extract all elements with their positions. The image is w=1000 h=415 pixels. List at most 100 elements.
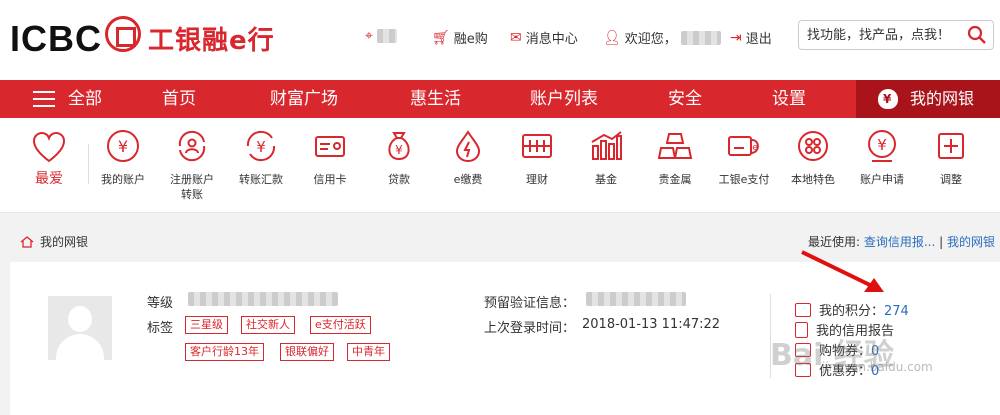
breadcrumb: 我的网银	[20, 233, 88, 250]
search-input[interactable]	[807, 25, 962, 45]
welcome-label: 欢迎您，	[624, 32, 677, 47]
favorites-button[interactable]: 最爱	[14, 130, 84, 187]
nav-item-home[interactable]: 首页	[162, 80, 196, 118]
favorites-label: 最爱	[35, 171, 63, 187]
recent-label: 最近使用:	[807, 235, 860, 249]
quick-my-account[interactable]: ¥ 我的账户	[88, 128, 158, 187]
heart-icon	[32, 131, 66, 163]
quick-label: 调整	[940, 173, 962, 186]
finance-icon	[522, 134, 552, 158]
quick-label: 我的账户	[101, 173, 145, 186]
rong-e-gou-label: 融e购	[453, 32, 488, 47]
quick-label: 工银e支付	[718, 173, 770, 186]
search-box	[798, 20, 994, 50]
location-blurred	[376, 29, 397, 43]
recent-link-mybank[interactable]: 我的网银	[947, 235, 995, 249]
quick-local-features[interactable]: 本地特色	[778, 128, 848, 187]
level-label: 等级	[147, 296, 174, 311]
avatar[interactable]	[48, 296, 112, 360]
registered-transfer-icon	[178, 130, 206, 162]
points-label: 我的积分：	[819, 304, 885, 319]
annotation-arrow-icon	[801, 250, 884, 292]
nav-item-all[interactable]: 全部	[68, 80, 102, 118]
quick-finance[interactable]: 理财	[502, 128, 572, 187]
logout-link[interactable]: ⇥ 退出	[730, 28, 772, 48]
recent-link-credit-report[interactable]: 查询信用报...	[864, 235, 935, 249]
nav-item-mybank[interactable]: 我的网银	[856, 80, 1000, 118]
local-feature-icon	[798, 131, 828, 161]
cart-icon: 🛒︎	[432, 29, 450, 46]
quick-label: 注册账户 转账	[170, 173, 214, 201]
quick-loan[interactable]: ¥ 贷款	[364, 128, 434, 187]
quick-label: 贷款	[388, 173, 410, 186]
watermark-url: jingyan.baidu.com	[822, 360, 933, 374]
fund-chart-icon	[591, 131, 622, 160]
account-apply-icon: ¥	[868, 130, 896, 162]
search-icon[interactable]	[967, 25, 987, 45]
user-welcome[interactable]: 👤︎ 欢迎您，	[603, 28, 721, 47]
payment-drop-icon	[455, 130, 481, 163]
quick-label: 基金	[595, 173, 617, 186]
mybank-label: 我的网银	[910, 89, 975, 108]
username-blurred	[680, 30, 721, 45]
quick-label: 本地特色	[791, 173, 835, 186]
mail-icon: ✉	[510, 29, 522, 46]
quick-fund[interactable]: 基金	[571, 128, 641, 187]
icbc-seal-icon	[105, 16, 141, 52]
location-selector[interactable]: ⌖	[365, 28, 397, 44]
quick-label: 理财	[526, 173, 548, 186]
brand-name: 工银融e行	[148, 26, 275, 56]
epay-icon: e	[728, 136, 759, 156]
header: ICBC 工银融e行 ⌖ 🛒︎ 融e购 ✉ 消息中心 👤︎ 欢迎您， ⇥ 退出	[0, 0, 1000, 80]
level-value-blurred	[188, 292, 338, 306]
icbc-logo[interactable]: ICBC	[10, 18, 102, 60]
nav-item-accounts[interactable]: 账户列表	[530, 80, 598, 118]
tag-label: 标签	[147, 321, 174, 336]
svg-text:¥: ¥	[395, 143, 403, 157]
logout-icon: ⇥	[730, 29, 742, 46]
tag: 社交新人	[241, 316, 295, 334]
tag: 三星级	[185, 316, 228, 334]
svg-text:¥: ¥	[118, 137, 128, 156]
verify-info-label: 预留验证信息：	[484, 296, 576, 311]
svg-text:¥: ¥	[256, 138, 266, 156]
quick-transfer[interactable]: ¥ 转账汇款	[226, 128, 296, 187]
user-icon: 👤︎	[603, 29, 621, 46]
points-value[interactable]: 274	[884, 304, 909, 319]
nav-item-wealth[interactable]: 财富广场	[270, 80, 338, 118]
breadcrumb-current[interactable]: 我的网银	[40, 233, 88, 250]
messages-link[interactable]: ✉ 消息中心	[510, 28, 578, 48]
points-row[interactable]: 我的积分：274	[795, 300, 909, 319]
tag: 中青年	[347, 343, 390, 361]
quick-icbc-epay[interactable]: e 工银e支付	[709, 128, 779, 187]
quick-account-apply[interactable]: ¥ 账户申请	[847, 128, 917, 187]
nav-item-settings[interactable]: 设置	[772, 80, 806, 118]
last-login-label: 上次登录时间：	[484, 321, 576, 336]
quick-label: e缴费	[453, 173, 483, 186]
home-icon[interactable]	[20, 235, 34, 248]
messages-label: 消息中心	[525, 32, 578, 47]
tag: 银联偏好	[280, 343, 334, 361]
quick-e-payment[interactable]: e缴费	[433, 128, 503, 187]
quick-registered-transfer[interactable]: 注册账户 转账	[157, 128, 227, 202]
logout-label: 退出	[745, 32, 772, 47]
menu-icon[interactable]	[33, 91, 55, 107]
loan-bag-icon: ¥	[388, 132, 410, 161]
money-bag-icon	[878, 89, 898, 109]
quick-adjust[interactable]: 调整	[916, 128, 986, 187]
quick-label: 账户申请	[860, 173, 904, 186]
svg-text:¥: ¥	[877, 136, 887, 154]
quick-label: 转账汇款	[239, 173, 283, 186]
quick-precious-metals[interactable]: 贵金属	[640, 128, 710, 187]
quick-credit-card[interactable]: 信用卡	[295, 128, 365, 187]
nav-item-security[interactable]: 安全	[668, 80, 702, 118]
gold-bars-icon	[657, 133, 693, 159]
nav-item-life[interactable]: 惠生活	[410, 80, 461, 118]
cart-icon	[795, 302, 811, 317]
quick-label: 信用卡	[313, 173, 347, 186]
main-nav: 全部 首页 财富广场 惠生活 账户列表 安全 设置 我的网银	[0, 80, 1000, 118]
yen-circle-icon: ¥	[107, 130, 139, 162]
tag: e支付活跃	[310, 316, 371, 334]
rong-e-gou-link[interactable]: 🛒︎ 融e购	[432, 28, 488, 48]
quick-functions: 最爱 ¥ 我的账户 注册账户 转账 ¥ 转账汇款 信用卡 ¥ 贷款 e缴费 理财…	[0, 118, 1000, 213]
